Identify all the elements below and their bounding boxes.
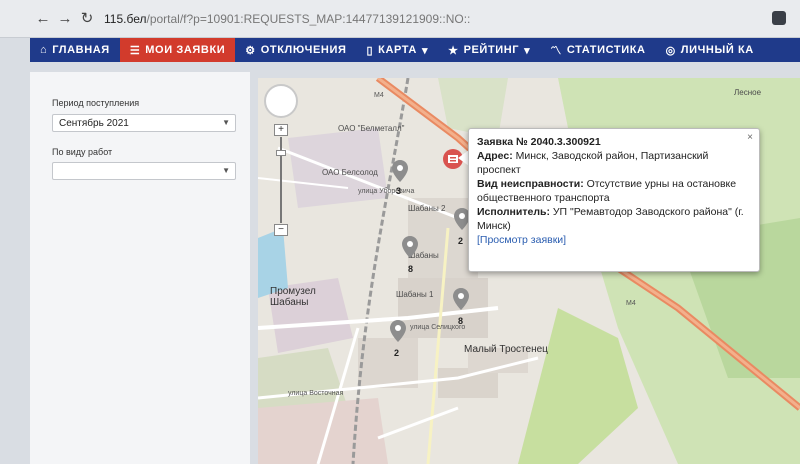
back-arrow-icon[interactable]: ← <box>34 10 52 28</box>
chevron-down-icon: ▾ <box>524 44 531 57</box>
label-lesnoe: Лесное <box>734 88 762 97</box>
fault-label: Вид неисправности: <box>477 178 584 190</box>
period-select[interactable]: Сентябрь 2021 ▼ <box>52 114 236 132</box>
work-type-label: По виду работ <box>52 147 113 157</box>
request-marker-icon[interactable] <box>402 236 418 258</box>
marker-count: 2 <box>394 348 400 358</box>
nav-home[interactable]: ⌂ ГЛАВНАЯ <box>30 38 120 62</box>
url-host: 115.бел <box>104 12 147 26</box>
map-icon: ▯ <box>366 44 374 57</box>
nav-rating[interactable]: ★ РЕЙТИНГ ▾ <box>438 38 540 62</box>
nav-my-requests-label: МОИ ЗАЯВКИ <box>145 44 226 56</box>
forward-arrow-icon[interactable]: → <box>56 10 74 28</box>
view-request-link[interactable]: [Просмотр заявки] <box>477 233 751 247</box>
map-zoom-control: + − <box>274 124 288 236</box>
marker-count: 2 <box>458 236 464 246</box>
label-belsolod: ОАО Белсолод <box>322 168 378 177</box>
nav-personal-account-label: ЛИЧНЫЙ КА <box>680 44 754 56</box>
label-promuzel-shabany: Промузел Шабаны <box>270 286 316 308</box>
nav-my-requests[interactable]: ☰ МОИ ЗАЯВКИ <box>119 38 236 62</box>
label-maly-trostenets: Малый Тростенец <box>464 344 548 355</box>
label-belmetall: ОАО "Белметалл" <box>338 124 405 133</box>
zoom-in-button[interactable]: + <box>274 124 288 136</box>
zoom-out-button[interactable]: − <box>274 224 288 236</box>
close-icon[interactable]: × <box>747 131 753 145</box>
reload-icon[interactable]: ↻ <box>78 10 96 28</box>
label-uborevicha-street: улица Уборевича <box>358 188 415 195</box>
user-icon: ◎ <box>665 44 676 57</box>
request-marker-icon[interactable] <box>392 160 408 182</box>
popup-fault-row: Вид неисправности: Отсутствие урны на ос… <box>477 177 751 205</box>
nav-statistics[interactable]: 〽 СТАТИСТИКА <box>540 38 655 62</box>
request-info-popup: × Заявка № 2040.3.300921 Адрес: Минск, З… <box>468 128 760 272</box>
request-marker-icon[interactable] <box>453 288 469 310</box>
executor-label: Исполнитель: <box>477 206 550 218</box>
star-icon: ★ <box>448 44 459 57</box>
marker-count: 8 <box>408 264 414 274</box>
nav-statistics-label: СТАТИСТИКА <box>566 44 646 56</box>
address-bar[interactable]: 115.бел/portal/f?p=10901:REQUESTS_MAP:14… <box>104 12 470 26</box>
marker-count: 8 <box>458 316 464 326</box>
label-vostochnaya-street: улица Восточная <box>288 390 344 397</box>
site-navigation: ⌂ ГЛАВНАЯ ☰ МОИ ЗАЯВКИ ⚙ ОТКЛЮЧЕНИЯ ▯ КА… <box>30 38 800 62</box>
chart-icon: 〽 <box>550 45 562 57</box>
url-path: /portal/f?p=10901:REQUESTS_MAP:144771391… <box>146 12 471 26</box>
filter-sidebar: Период поступления Сентябрь 2021 ▼ По ви… <box>30 72 250 464</box>
extension-icon[interactable] <box>772 11 786 25</box>
nav-rating-label: РЕЙТИНГ <box>463 44 520 56</box>
list-icon: ☰ <box>129 44 141 57</box>
popup-address-row: Адрес: Минск, Заводской район, Партизанс… <box>477 149 751 177</box>
marker-count: 3 <box>396 186 402 196</box>
road-sign-m4-right: M4 <box>626 300 636 307</box>
map-pan-control[interactable] <box>264 84 298 118</box>
nav-map-label: КАРТА <box>378 44 417 56</box>
popup-executor-row: Исполнитель: УП "Ремавтодор Заводского р… <box>477 205 751 233</box>
period-label: Период поступления <box>52 98 140 108</box>
road-sign-m4: M4 <box>374 92 384 99</box>
browser-toolbar: ← → ↻ 115.бел/portal/f?p=10901:REQUESTS_… <box>0 0 800 38</box>
chevron-down-icon: ▼ <box>222 118 230 127</box>
request-marker-icon[interactable] <box>390 320 406 342</box>
popup-title: Заявка № 2040.3.300921 <box>477 136 601 148</box>
nav-map[interactable]: ▯ КАРТА ▾ <box>356 38 438 62</box>
period-select-value: Сентябрь 2021 <box>59 118 129 129</box>
label-shabany-1: Шабаны 1 <box>396 290 434 299</box>
nav-personal-account[interactable]: ◎ ЛИЧНЫЙ КА <box>656 38 764 62</box>
chevron-down-icon: ▾ <box>421 44 429 57</box>
nav-outages-label: ОТКЛЮЧЕНИЯ <box>260 44 347 56</box>
gear-icon: ⚙ <box>245 44 256 57</box>
label-shabany-2: Шабаны 2 <box>408 204 446 213</box>
nav-home-label: ГЛАВНАЯ <box>52 44 110 56</box>
label-selitsky-street: улица Селицкого <box>410 324 466 331</box>
nav-outages[interactable]: ⚙ ОТКЛЮЧЕНИЯ <box>235 38 356 62</box>
home-icon: ⌂ <box>40 44 48 56</box>
address-label: Адрес: <box>477 150 513 162</box>
chevron-down-icon: ▼ <box>222 166 230 175</box>
work-type-select[interactable]: ▼ <box>52 162 236 180</box>
zoom-slider-handle[interactable] <box>276 150 286 156</box>
